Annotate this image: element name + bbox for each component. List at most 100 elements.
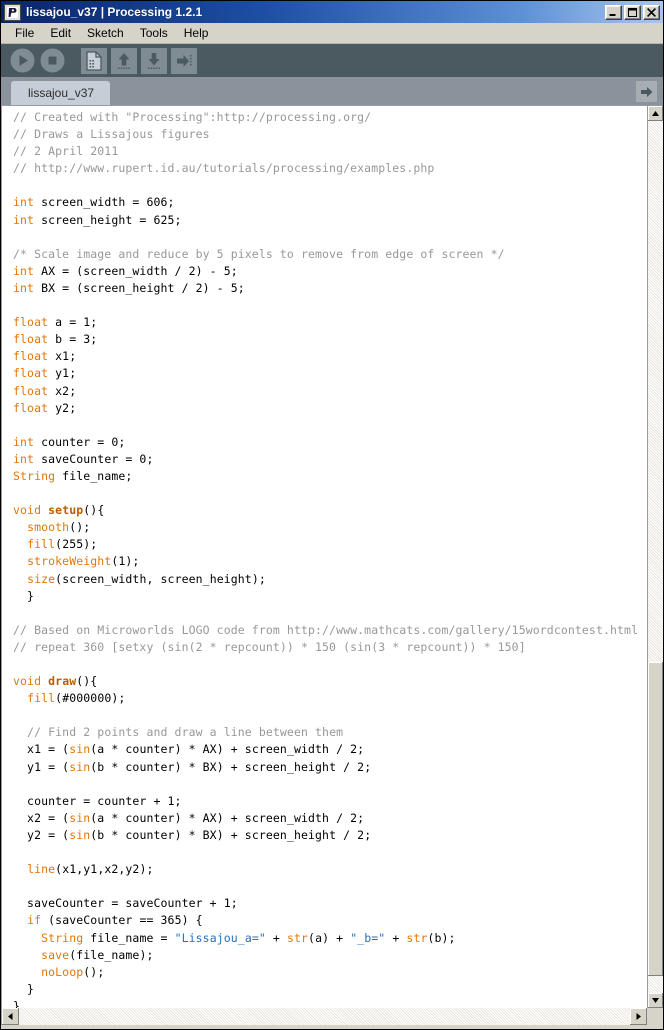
code-token-plain: saveCounter = 0; (34, 451, 154, 466)
code-token-plain: (){ (83, 503, 105, 518)
code-token-kw: int (13, 280, 35, 295)
code-token-fn: save (41, 947, 70, 962)
code-token-comment: /* Scale image and reduce by 5 pixels to… (13, 246, 505, 261)
menu-item-sketch[interactable]: Sketch (79, 24, 132, 43)
code-token-plain: y1; (48, 366, 77, 381)
horizontal-scrollbar[interactable] (1, 1008, 647, 1025)
close-button[interactable] (643, 4, 660, 20)
code-token-plain: y2 = ( (13, 827, 70, 842)
code-token-plain: screen_width = 606; (34, 195, 175, 210)
code-token-plain: (file_name); (69, 947, 154, 962)
horizontal-scrollbar-row (1, 1008, 663, 1025)
horizontal-scroll-track[interactable] (19, 1008, 630, 1025)
code-token-str: "Lissajou_a=" (174, 930, 266, 945)
code-token-fn: sin (69, 742, 91, 757)
code-token-plain: (); (69, 520, 91, 535)
stop-button[interactable] (39, 48, 65, 74)
code-token-plain: BX = (screen_height / 2) - 5; (34, 280, 245, 295)
maximize-button[interactable] (624, 4, 641, 20)
menu-item-help[interactable]: Help (176, 24, 217, 43)
scroll-down-arrow-icon[interactable] (648, 993, 663, 1008)
code-token-fn: fill (27, 537, 56, 552)
code-token-plain: } (13, 998, 21, 1008)
code-token-kw: float (13, 315, 49, 330)
code-text[interactable]: // Created with "Processing":http://proc… (2, 106, 647, 1008)
code-token-comment: // Find 2 points and draw a line between… (27, 725, 344, 740)
code-token-plain: (a * counter) * AX) + screen_width / 2; (90, 742, 365, 757)
window-controls (605, 4, 661, 20)
run-button[interactable] (9, 48, 35, 74)
tab-bar: lissajou_v37 (1, 77, 663, 105)
code-token-comment: // 2 April 2011 (13, 144, 119, 159)
code-token-comment: // Based on Microworlds LOGO code from h… (13, 622, 639, 637)
right-arrow-icon (640, 86, 652, 97)
scroll-right-arrow-icon[interactable] (630, 1008, 647, 1025)
scroll-up-arrow-icon[interactable] (648, 106, 663, 121)
code-token-kw: if (27, 913, 42, 928)
code-token-plain: (b * counter) * BX) + screen_height / 2; (90, 827, 372, 842)
menu-item-edit[interactable]: Edit (42, 24, 79, 43)
minimize-button[interactable] (605, 4, 622, 20)
code-token-plain: } (13, 588, 35, 603)
editor-area: // Created with "Processing":http://proc… (1, 105, 663, 1008)
save-button[interactable] (141, 47, 167, 74)
code-token-plain: screen_height = 625; (34, 212, 182, 227)
code-token-plain: + (265, 930, 287, 945)
open-button[interactable] (111, 47, 137, 74)
title-bar: lissajou_v37 | Processing 1.2.1 (1, 1, 663, 23)
new-button[interactable] (81, 47, 107, 74)
code-editor[interactable]: // Created with "Processing":http://proc… (1, 105, 647, 1008)
code-token-comment: // Draws a Lissajous figures (13, 127, 210, 142)
code-token-fn: sin (69, 759, 91, 774)
code-token-kw: float (13, 349, 49, 364)
code-token-str: "_b=" (350, 930, 386, 945)
code-token-kw: float (13, 366, 49, 381)
code-token-fn: sin (69, 827, 91, 842)
code-token-plain: file_name = (83, 930, 175, 945)
code-token-comment: // repeat 360 [setxy (sin(2 * repcount))… (13, 639, 526, 654)
code-token-fnbold: setup (48, 503, 84, 518)
code-token-fn: str (286, 930, 309, 945)
code-token-plain: a = 1; (48, 315, 98, 330)
processing-logo-icon (4, 3, 21, 21)
status-strip (1, 1025, 663, 1029)
code-token-kw: String (13, 468, 56, 483)
processing-ide-window: lissajou_v37 | Processing 1.2.1 File Edi… (0, 0, 664, 1030)
vertical-scrollbar[interactable] (647, 105, 663, 1008)
code-token-plain: x1; (48, 349, 77, 364)
tab-lissajou-v37[interactable]: lissajou_v37 (11, 81, 111, 105)
code-token-fn: sin (69, 810, 91, 825)
menu-bar: File Edit Sketch Tools Help (1, 23, 663, 44)
code-token-kw: void (13, 674, 42, 689)
code-token-plain: (#000000); (55, 691, 126, 706)
menu-item-tools[interactable]: Tools (132, 24, 176, 43)
code-token-comment: // Created with "Processing":http://proc… (13, 110, 372, 124)
code-token-fn: fill (27, 691, 56, 706)
tab-menu-button[interactable] (636, 81, 657, 102)
scroll-left-arrow-icon[interactable] (2, 1008, 19, 1025)
vertical-scroll-thumb[interactable] (648, 661, 663, 976)
code-token-plain: x1 = ( (13, 742, 70, 757)
code-token-plain: (b * counter) * BX) + screen_height / 2; (90, 759, 372, 774)
menu-item-file[interactable]: File (7, 24, 42, 43)
code-token-kw: int (13, 195, 35, 210)
code-token-plain: (saveCounter == 365) { (41, 913, 203, 928)
code-token-plain: (a * counter) * AX) + screen_width / 2; (90, 810, 365, 825)
vertical-scroll-track[interactable] (648, 121, 663, 993)
code-token-plain: file_name; (55, 468, 133, 483)
export-button[interactable] (171, 47, 197, 74)
code-token-plain: (a) + (308, 930, 351, 945)
code-token-kw: float (13, 332, 49, 347)
code-token-kw: void (13, 503, 42, 518)
code-token-plain: counter = counter + 1; (13, 793, 182, 808)
code-token-fn: size (27, 571, 56, 586)
code-token-plain: (255); (55, 537, 98, 552)
